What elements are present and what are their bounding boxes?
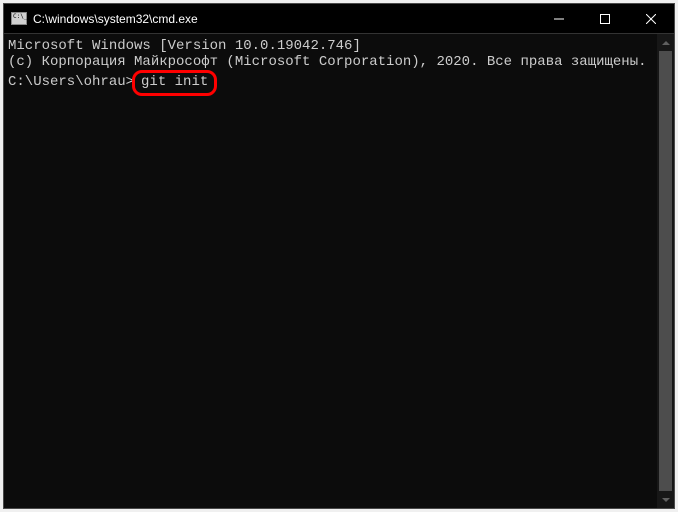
content-area: Microsoft Windows [Version 10.0.19042.74… [4, 34, 674, 508]
cmd-window: C:\windows\system32\cmd.exe Microsoft Wi [3, 3, 675, 509]
minimize-button[interactable] [536, 4, 582, 33]
maximize-icon [600, 14, 610, 24]
chevron-down-icon [662, 498, 670, 502]
prompt: C:\Users\ohrau> [8, 74, 134, 90]
window-title: C:\windows\system32\cmd.exe [33, 12, 536, 26]
close-icon [646, 14, 656, 24]
command-text: git init [141, 74, 208, 90]
terminal-output[interactable]: Microsoft Windows [Version 10.0.19042.74… [4, 34, 657, 508]
minimize-icon [554, 14, 564, 24]
cmd-icon [11, 12, 27, 25]
scroll-up-button[interactable] [657, 34, 674, 51]
scroll-down-button[interactable] [657, 491, 674, 508]
copyright-line: (c) Корпорация Майкрософт (Microsoft Cor… [8, 54, 653, 70]
command-highlight: git init [132, 70, 217, 96]
window-controls [536, 4, 674, 33]
scroll-track[interactable] [657, 51, 674, 491]
maximize-button[interactable] [582, 4, 628, 33]
close-button[interactable] [628, 4, 674, 33]
chevron-up-icon [662, 41, 670, 45]
version-line: Microsoft Windows [Version 10.0.19042.74… [8, 38, 653, 54]
vertical-scrollbar[interactable] [657, 34, 674, 508]
scroll-thumb[interactable] [659, 51, 672, 491]
titlebar[interactable]: C:\windows\system32\cmd.exe [4, 4, 674, 34]
